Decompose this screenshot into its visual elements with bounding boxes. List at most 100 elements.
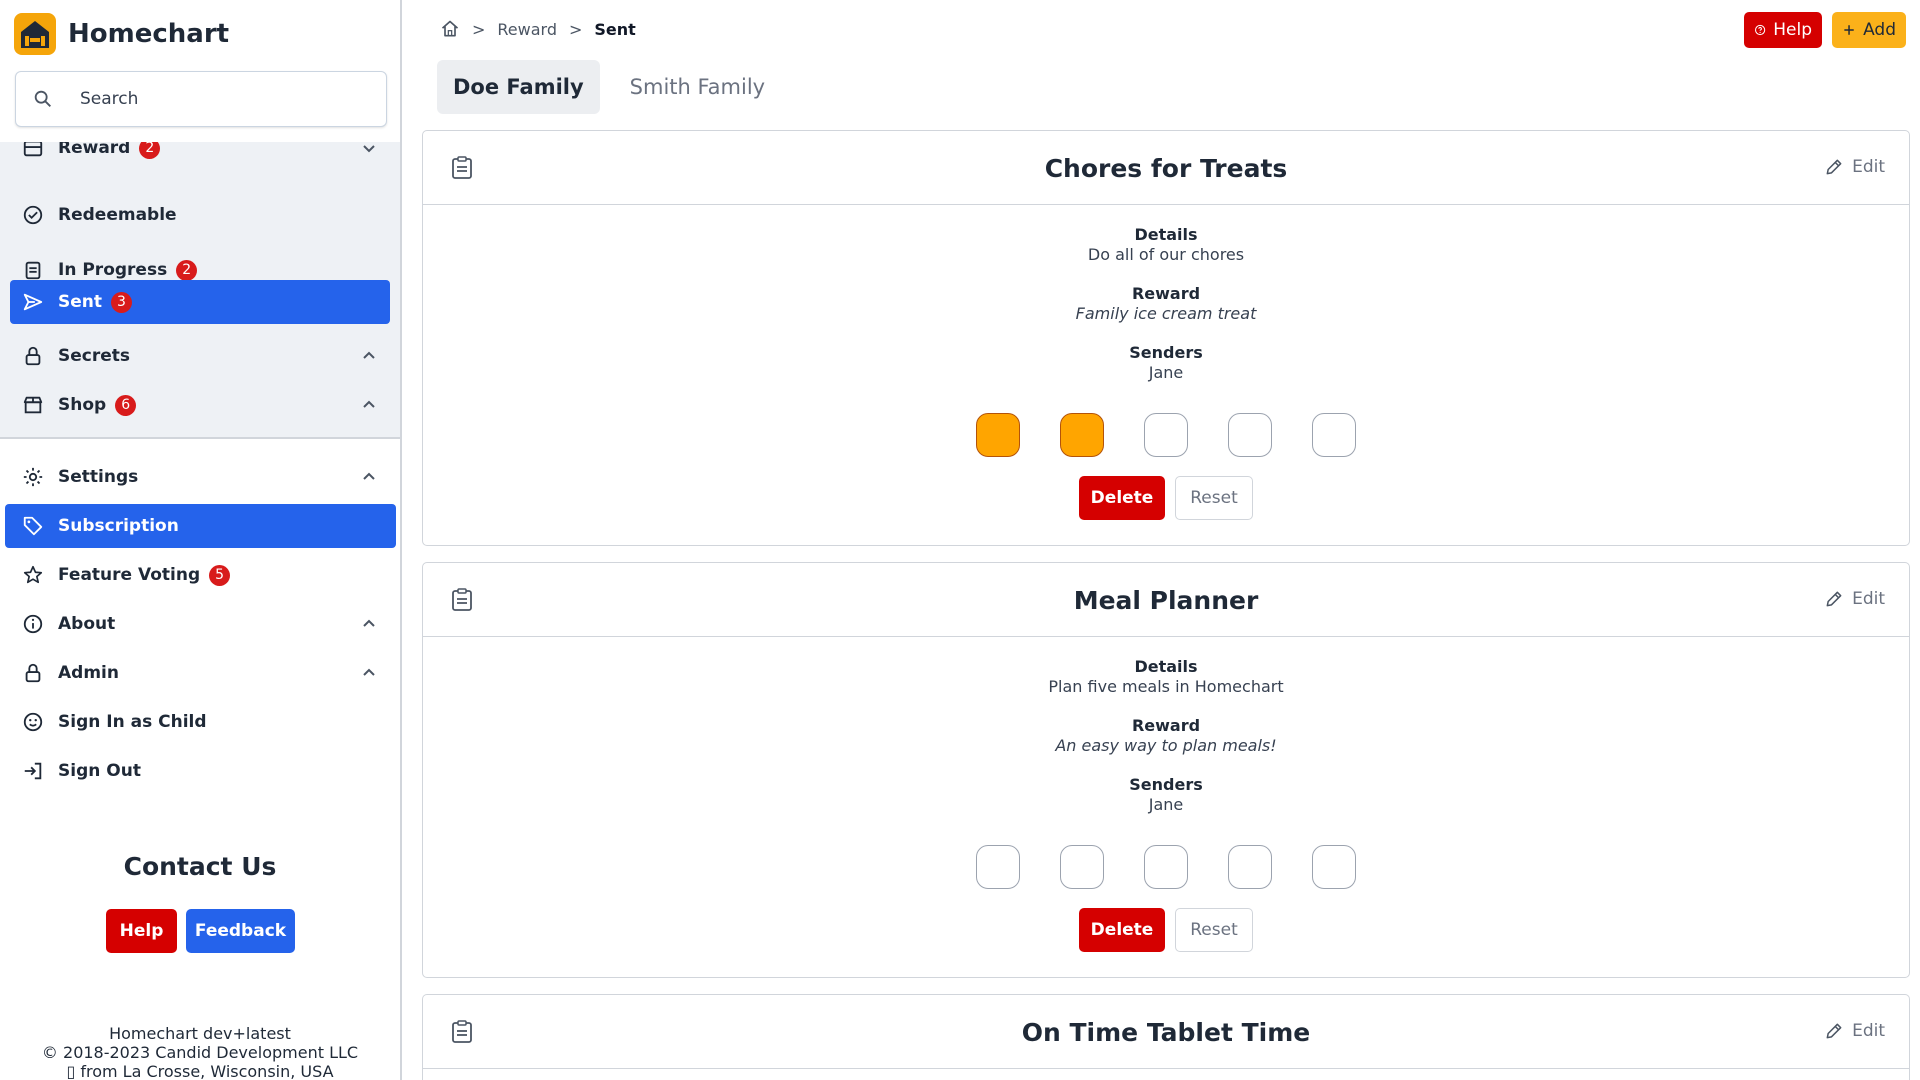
edit-button[interactable]: Edit <box>1824 1021 1885 1041</box>
sidebar-divider <box>0 437 400 439</box>
stamp-filled[interactable] <box>976 413 1020 457</box>
add-button-label: Add <box>1863 20 1896 40</box>
chevron-up-icon[interactable] <box>360 396 378 414</box>
delete-button[interactable]: Delete <box>1079 476 1165 520</box>
stamp-empty[interactable] <box>1144 413 1188 457</box>
details-label: Details <box>1134 225 1198 244</box>
stamp-empty[interactable] <box>1228 845 1272 889</box>
sidebar-item-about[interactable]: About <box>10 602 390 646</box>
tab-doe-family[interactable]: Doe Family <box>437 60 600 114</box>
home-icon[interactable] <box>440 19 460 39</box>
pencil-icon <box>1826 1023 1842 1039</box>
edit-label: Edit <box>1852 589 1885 609</box>
chevron-down-icon[interactable] <box>360 142 378 157</box>
details-field: Details Plan five meals in Homechart <box>423 657 1909 697</box>
info-icon <box>23 614 43 634</box>
chevron-up-icon[interactable] <box>360 347 378 365</box>
count-badge: 2 <box>176 259 198 281</box>
reward-nav-group: Reward 2 Redeemable In Progress 2 Sent 3… <box>0 142 400 438</box>
lock-icon <box>25 346 41 366</box>
search-input[interactable] <box>80 89 360 109</box>
help-button[interactable]: Help <box>1744 12 1822 48</box>
card-actions: Delete Reset <box>423 908 1909 952</box>
clipboard-icon <box>25 261 41 280</box>
sidebar-item-label: Redeemable <box>58 205 177 225</box>
reset-button[interactable]: Reset <box>1175 476 1253 520</box>
edit-label: Edit <box>1852 1021 1885 1041</box>
sidebar-item-label: Secrets <box>58 346 131 366</box>
contact-us-title: Contact Us <box>123 852 277 881</box>
tab-smith-family[interactable]: Smith Family <box>614 60 781 114</box>
count-badge: 5 <box>209 564 231 586</box>
stamp-empty[interactable] <box>1228 413 1272 457</box>
tag-icon <box>23 516 43 536</box>
breadcrumb-separator: > <box>569 19 583 39</box>
help-button-label: Help <box>1773 20 1812 40</box>
sidebar-item-label: Sign Out <box>58 761 141 781</box>
breadcrumb-separator: > <box>472 19 486 39</box>
reward-label: Reward <box>1131 284 1201 303</box>
sidebar-item-label: Settings <box>58 467 139 487</box>
stamp-filled[interactable] <box>1060 413 1104 457</box>
sidebar-item-shop[interactable]: Shop 6 <box>10 383 390 427</box>
plus-icon <box>1844 25 1854 35</box>
card-header: On Time Tablet Time Edit <box>423 995 1909 1069</box>
search-box[interactable] <box>15 71 387 127</box>
sidebar-item-sign-out[interactable]: Sign Out <box>10 749 390 793</box>
feedback-button[interactable]: Feedback <box>186 909 295 953</box>
reward-card: Chores for Treats Edit Details Do all of… <box>422 130 1910 546</box>
card-header: Meal Planner Edit <box>423 563 1909 637</box>
sidebar-item-label: Reward <box>58 142 131 158</box>
sign-out-icon <box>24 762 42 780</box>
sidebar-item-feature-voting[interactable]: Feature Voting 5 <box>10 553 390 597</box>
breadcrumb-current: Sent <box>594 19 636 39</box>
reward-icon <box>23 142 43 157</box>
senders-field: Senders Jane <box>423 343 1909 383</box>
card-header: Chores for Treats Edit <box>423 131 1909 205</box>
stamp-row <box>423 845 1909 889</box>
sidebar-item-label: In Progress <box>58 260 168 280</box>
send-icon <box>23 293 43 311</box>
stamp-empty[interactable] <box>1312 845 1356 889</box>
check-circle-icon <box>23 205 43 225</box>
edit-label: Edit <box>1852 157 1885 177</box>
stamp-empty[interactable] <box>1144 845 1188 889</box>
sidebar-item-subscription[interactable]: Subscription <box>5 504 396 548</box>
details-value: Do all of our chores <box>1087 245 1245 264</box>
card-title: Chores for Treats <box>1044 154 1288 183</box>
card-actions: Delete Reset <box>423 476 1909 520</box>
location: ▯ from La Crosse, Wisconsin, USA <box>66 1062 334 1080</box>
sidebar-item-label: About <box>58 614 116 634</box>
chevron-up-icon[interactable] <box>360 664 378 682</box>
stamp-empty[interactable] <box>1312 413 1356 457</box>
pencil-icon <box>1826 591 1842 607</box>
stamp-empty[interactable] <box>976 845 1020 889</box>
details-value: Plan five meals in Homechart <box>1048 677 1284 696</box>
sidebar-item-redeemable[interactable]: Redeemable <box>10 193 390 237</box>
edit-button[interactable]: Edit <box>1824 157 1885 177</box>
sidebar-item-sign-in-as-child[interactable]: Sign In as Child <box>10 700 390 744</box>
app-version: Homechart dev+latest <box>109 1024 291 1043</box>
chevron-up-icon[interactable] <box>360 468 378 486</box>
details-label: Details <box>1134 657 1198 676</box>
reward-field: Reward Family ice cream treat <box>423 284 1909 324</box>
delete-button[interactable]: Delete <box>1079 908 1165 952</box>
breadcrumb-reward[interactable]: Reward <box>497 20 557 39</box>
reset-button[interactable]: Reset <box>1175 908 1253 952</box>
senders-value: Jane <box>1148 363 1184 382</box>
reward-card: Meal Planner Edit Details Plan five meal… <box>422 562 1910 978</box>
brand[interactable]: Homechart <box>14 13 229 55</box>
sidebar-item-settings[interactable]: Settings <box>10 455 390 499</box>
sidebar-item-sent[interactable]: Sent 3 <box>10 280 390 324</box>
contact-help-button[interactable]: Help <box>106 909 177 953</box>
chevron-up-icon[interactable] <box>360 615 378 633</box>
edit-button[interactable]: Edit <box>1824 589 1885 609</box>
sidebar-item-reward[interactable]: Reward 2 <box>10 142 390 170</box>
stamp-empty[interactable] <box>1060 845 1104 889</box>
add-button[interactable]: Add <box>1832 12 1906 48</box>
sidebar-item-label: Feature Voting <box>58 565 201 585</box>
sidebar-item-label: Subscription <box>58 516 179 536</box>
sidebar-item-admin[interactable]: Admin <box>10 651 390 695</box>
sidebar-item-secrets[interactable]: Secrets <box>10 334 390 378</box>
details-field: Details Do all of our chores <box>423 225 1909 265</box>
